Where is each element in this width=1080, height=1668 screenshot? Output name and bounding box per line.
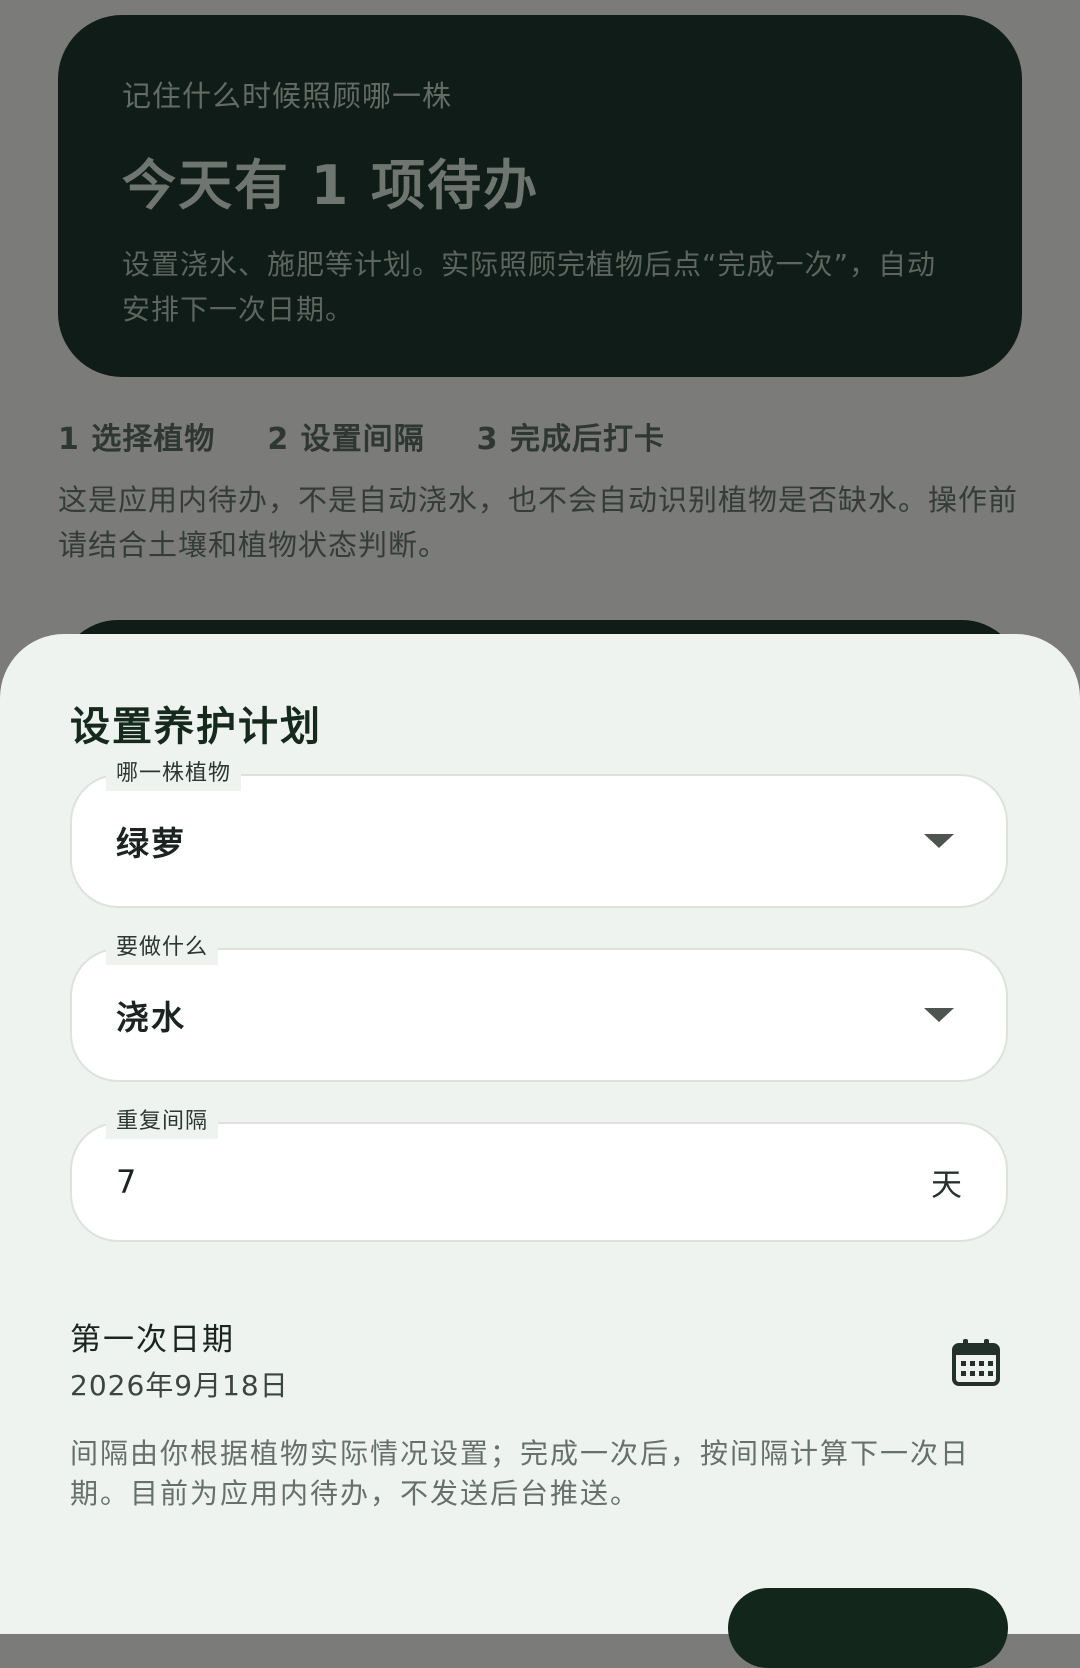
- plant-select-value: 绿萝: [116, 824, 186, 863]
- care-plan-sheet: 设置养护计划 哪一株植物 绿萝 要做什么 浇水 重复间隔 7 天 第一次日期 2…: [0, 634, 1080, 1668]
- hero-description: 设置浇水、施肥等计划。实际照顾完植物后点“完成一次”，自动安排下一次日期。: [122, 248, 937, 326]
- interval-input[interactable]: 重复间隔 7 天: [70, 1105, 1008, 1242]
- plant-select-label: 哪一株植物: [106, 757, 242, 791]
- interval-unit: 天: [931, 1167, 962, 1204]
- notice-text: 这是应用内待办，不是自动浇水，也不会自动识别植物是否缺水。操作前请结合土壤和植物…: [58, 483, 1019, 562]
- interval-input-label: 重复间隔: [106, 1105, 219, 1139]
- step-item: 1 选择植物: [58, 422, 216, 457]
- task-select[interactable]: 要做什么 浇水: [70, 931, 1008, 1082]
- steps-row: 1 选择植物 2 设置间隔 3 完成后打卡: [58, 414, 665, 458]
- first-date-label: 第一次日期: [70, 1322, 235, 1358]
- calendar-icon: [952, 1339, 1000, 1386]
- task-select-label: 要做什么: [106, 931, 219, 965]
- dropdown-arrow-icon[interactable]: [924, 1008, 954, 1022]
- step-item: 3 完成后打卡: [476, 422, 665, 457]
- plant-select[interactable]: 哪一株植物 绿萝: [70, 757, 1008, 908]
- hero-title: 今天有 1 项待办: [122, 154, 540, 217]
- task-select-value: 浇水: [116, 998, 186, 1037]
- save-plan-button[interactable]: [728, 1588, 1008, 1668]
- hero-card: 记住什么时候照顾哪一株 今天有 1 项待办 设置浇水、施肥等计划。实际照顾完植物…: [58, 15, 1022, 377]
- date-picker-button[interactable]: [944, 1330, 1008, 1394]
- first-date-value: 2026年9月18日: [70, 1369, 289, 1402]
- step-item: 2 设置间隔: [267, 422, 425, 457]
- sheet-title: 设置养护计划: [70, 704, 322, 750]
- hero-eyebrow: 记住什么时候照顾哪一株: [122, 79, 453, 113]
- dropdown-arrow-icon[interactable]: [924, 834, 954, 848]
- interval-input-value[interactable]: 7: [116, 1163, 138, 1201]
- help-text: 间隔由你根据植物实际情况设置；完成一次后，按间隔计算下一次日期。目前为应用内待办…: [70, 1437, 971, 1510]
